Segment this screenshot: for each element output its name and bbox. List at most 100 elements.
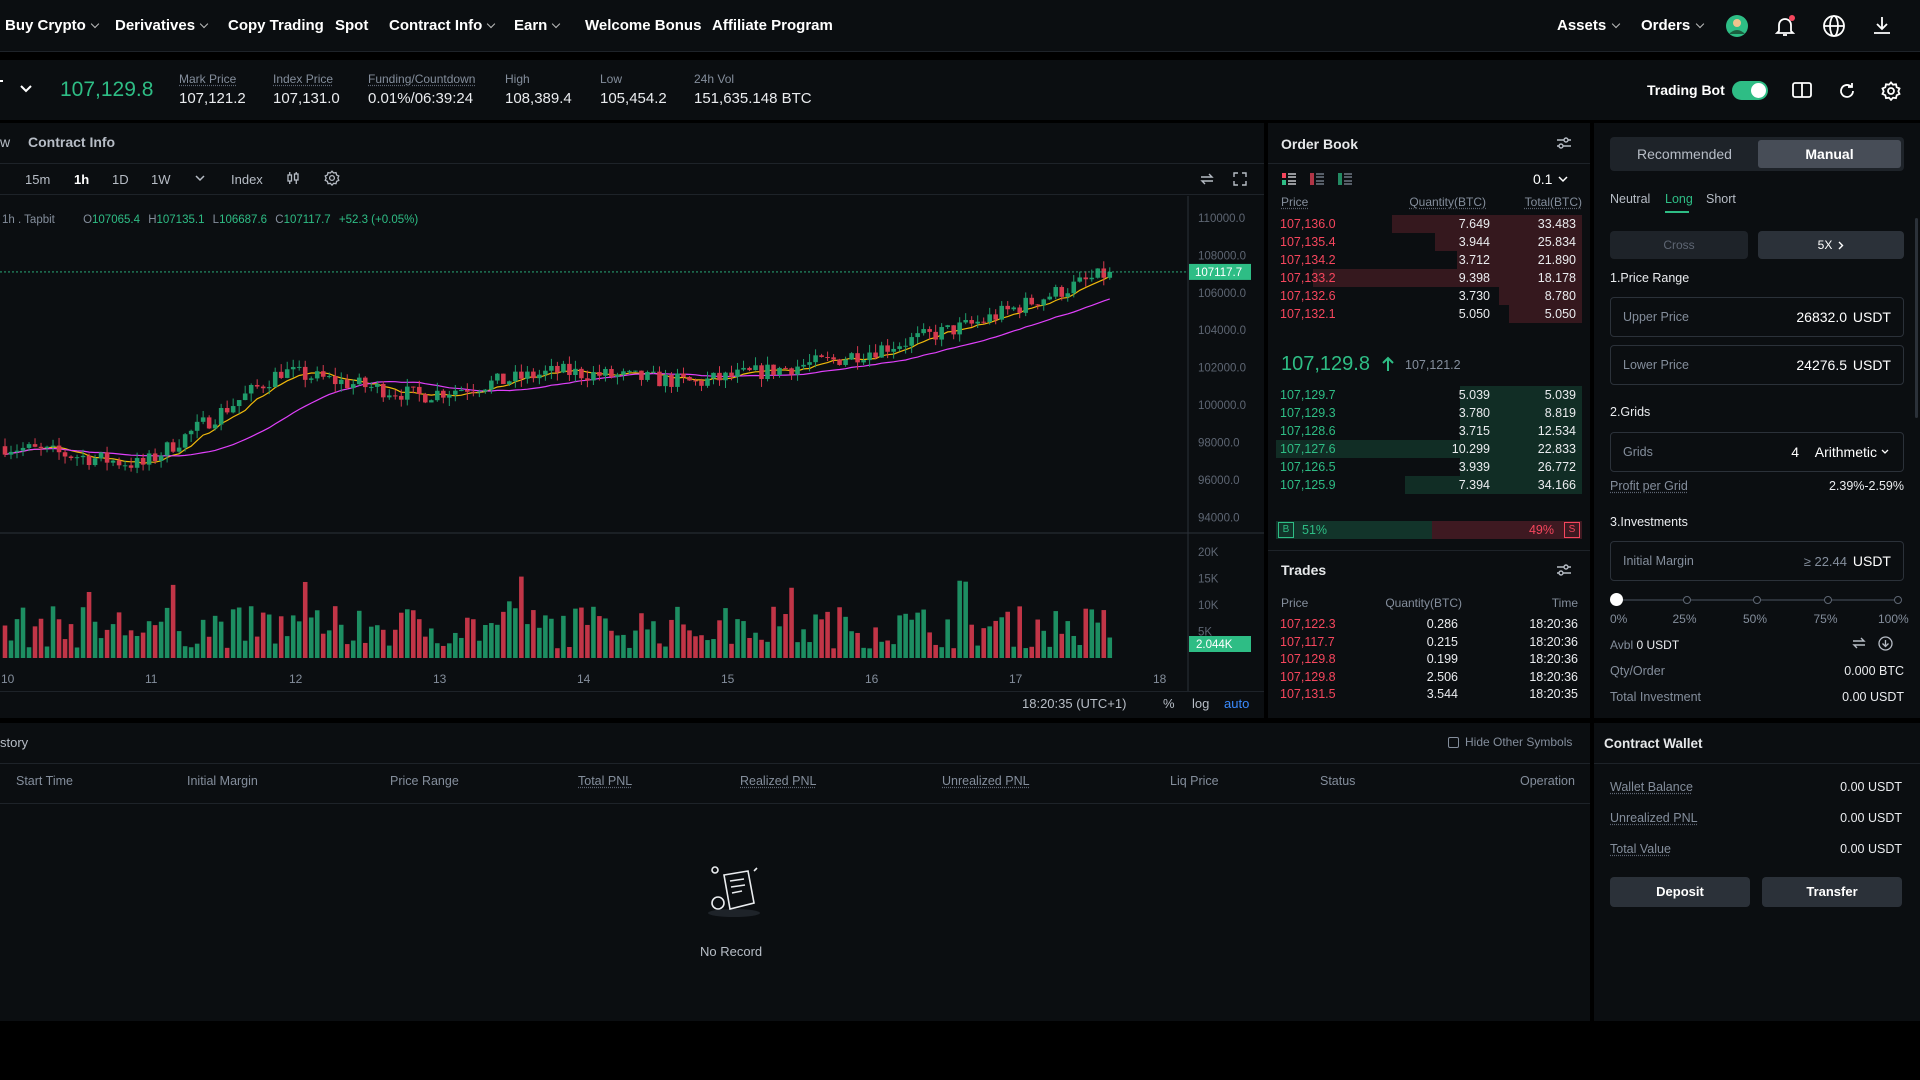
deposit-circle-icon[interactable] bbox=[1878, 636, 1893, 654]
nav-copy-trading[interactable]: Copy Trading bbox=[228, 17, 324, 34]
margin-mode-cross-button[interactable]: Cross bbox=[1610, 231, 1748, 259]
ask-row[interactable]: 107,134.2 3.712 21.890 bbox=[1276, 250, 1582, 270]
trade-qty: 3.544 bbox=[1426, 687, 1458, 701]
stat-label: High bbox=[505, 72, 530, 86]
grids-field[interactable]: Grids 4 Arithmetic bbox=[1610, 432, 1904, 472]
ask-row[interactable]: 107,132.6 3.730 8.780 bbox=[1276, 286, 1582, 306]
symbol-dropdown-chevron-icon[interactable] bbox=[19, 82, 33, 97]
candle-body bbox=[80, 455, 86, 458]
volume-bar bbox=[374, 625, 380, 658]
settings-gear-icon[interactable] bbox=[1881, 81, 1901, 104]
layout-icon[interactable] bbox=[1792, 81, 1812, 102]
slider-stop[interactable] bbox=[1894, 596, 1902, 604]
upper-price-field[interactable]: Upper Price 26832.0 USDT bbox=[1610, 297, 1904, 337]
volume-bar bbox=[993, 620, 998, 658]
swap-icon[interactable] bbox=[1200, 173, 1214, 188]
direction-short[interactable]: Short bbox=[1706, 192, 1736, 206]
bid-row[interactable]: 107,127.6 10.299 22.833 bbox=[1276, 439, 1582, 459]
precision-value: 0.1 bbox=[1533, 171, 1553, 187]
bid-row[interactable]: 107,126.5 3.939 26.772 bbox=[1276, 457, 1582, 477]
history-tab[interactable]: story bbox=[0, 735, 28, 750]
price-chart[interactable]: 110000.0 108000.0 106000.0 104000.0 102000.0… bbox=[0, 196, 1264, 718]
bid-row[interactable]: 107,129.7 5.039 5.039 bbox=[1276, 385, 1582, 405]
nav-affiliate-program[interactable]: Affiliate Program bbox=[712, 17, 833, 34]
nav-spot[interactable]: Spot bbox=[335, 17, 368, 34]
candle-body bbox=[753, 365, 758, 371]
scale-auto[interactable]: auto bbox=[1224, 696, 1249, 711]
more-timeframes-chevron-icon[interactable] bbox=[195, 170, 205, 185]
direction-neutral[interactable]: Neutral bbox=[1610, 192, 1650, 206]
transfer-button[interactable]: Transfer bbox=[1762, 877, 1902, 907]
volume-bar bbox=[242, 640, 248, 658]
volume-bar bbox=[254, 636, 260, 658]
ask-row[interactable]: 107,132.1 5.050 5.050 bbox=[1276, 304, 1582, 324]
candle-body bbox=[615, 374, 620, 377]
precision-select[interactable]: 0.1 bbox=[1533, 171, 1568, 187]
fullscreen-icon[interactable] bbox=[1233, 172, 1247, 189]
volume-bar bbox=[489, 623, 494, 658]
leverage-button[interactable]: 5X bbox=[1758, 231, 1904, 259]
slider-stop[interactable] bbox=[1823, 596, 1832, 604]
slider-stop[interactable] bbox=[1682, 596, 1691, 604]
candle-body bbox=[459, 390, 464, 392]
index-toggle[interactable]: Index bbox=[231, 172, 263, 187]
nav-earn[interactable]: Earn bbox=[514, 17, 561, 34]
candle-body bbox=[296, 366, 302, 368]
avatar[interactable] bbox=[1725, 14, 1749, 38]
trading-bot-toggle[interactable] bbox=[1732, 81, 1768, 100]
ask-row[interactable]: 107,135.4 3.944 25.834 bbox=[1276, 232, 1582, 252]
mode-recommended[interactable]: Recommended bbox=[1613, 140, 1756, 168]
trades-settings-icon[interactable] bbox=[1556, 564, 1572, 579]
volume-bar bbox=[224, 647, 230, 658]
timeframe-1d[interactable]: 1D bbox=[112, 172, 129, 187]
checkbox[interactable] bbox=[1448, 736, 1459, 748]
tab-partial[interactable]: w bbox=[0, 134, 10, 150]
nav-buy-crypto[interactable]: Buy Crypto bbox=[5, 17, 100, 34]
nav-contract-info[interactable]: Contract Info bbox=[389, 17, 496, 34]
nav-assets[interactable]: Assets bbox=[1557, 17, 1621, 34]
globe-icon[interactable] bbox=[1822, 14, 1846, 38]
scrollbar[interactable] bbox=[1915, 218, 1918, 418]
order-book-settings-icon[interactable] bbox=[1556, 137, 1572, 152]
view-asks-icon[interactable] bbox=[1310, 173, 1324, 188]
volume-bar bbox=[1101, 610, 1107, 658]
lower-price-field[interactable]: Lower Price 24276.5 USDT bbox=[1610, 345, 1904, 385]
deposit-button[interactable]: Deposit bbox=[1610, 877, 1750, 907]
grids-mode-select[interactable]: Arithmetic bbox=[1815, 444, 1889, 460]
transfer-swap-icon[interactable] bbox=[1852, 637, 1866, 652]
initial-margin-field[interactable]: Initial Margin ≥ 22.44 USDT bbox=[1610, 541, 1904, 581]
mode-manual[interactable]: Manual bbox=[1758, 140, 1901, 168]
trade-price: 107,131.5 bbox=[1280, 687, 1336, 701]
hide-other-symbols-toggle[interactable]: Hide Other Symbols bbox=[1448, 735, 1572, 749]
timeframe-1w[interactable]: 1W bbox=[151, 172, 171, 187]
direction-long[interactable]: Long bbox=[1665, 192, 1693, 206]
volume-bar bbox=[741, 621, 746, 658]
nav-label: Earn bbox=[514, 17, 548, 34]
scale-percent[interactable]: % bbox=[1163, 696, 1175, 711]
nav-derivatives[interactable]: Derivatives bbox=[115, 17, 209, 34]
bell-icon[interactable] bbox=[1773, 14, 1797, 38]
timeframe-15m[interactable]: 15m bbox=[25, 172, 50, 187]
date-axis-label: 16 bbox=[865, 672, 879, 686]
tab-contract-info[interactable]: Contract Info bbox=[28, 134, 115, 150]
bid-row[interactable]: 107,125.9 7.394 34.166 bbox=[1276, 475, 1582, 495]
kv-key: Qty/Order bbox=[1610, 664, 1665, 678]
nav-orders[interactable]: Orders bbox=[1641, 17, 1705, 34]
view-both-icon[interactable] bbox=[1282, 173, 1296, 188]
download-icon[interactable] bbox=[1870, 14, 1894, 38]
refresh-icon[interactable] bbox=[1837, 81, 1857, 104]
view-bids-icon[interactable] bbox=[1338, 173, 1352, 188]
candle-type-icon[interactable] bbox=[287, 171, 299, 188]
slider-thumb[interactable] bbox=[1610, 593, 1623, 606]
candle-body bbox=[885, 345, 890, 352]
slider-stop[interactable] bbox=[1753, 596, 1761, 604]
indicator-settings-icon[interactable] bbox=[324, 170, 340, 189]
bid-row[interactable]: 107,129.3 3.780 8.819 bbox=[1276, 403, 1582, 423]
timeframe-1h[interactable]: 1h bbox=[74, 172, 89, 187]
volume-bar bbox=[8, 640, 14, 658]
ask-row[interactable]: 107,133.2 9.398 18.178 bbox=[1276, 268, 1582, 288]
ask-row[interactable]: 107,136.0 7.649 33.483 bbox=[1276, 214, 1582, 234]
bid-row[interactable]: 107,128.6 3.715 12.534 bbox=[1276, 421, 1582, 441]
scale-log[interactable]: log bbox=[1192, 696, 1209, 711]
nav-welcome-bonus[interactable]: Welcome Bonus bbox=[585, 17, 701, 34]
